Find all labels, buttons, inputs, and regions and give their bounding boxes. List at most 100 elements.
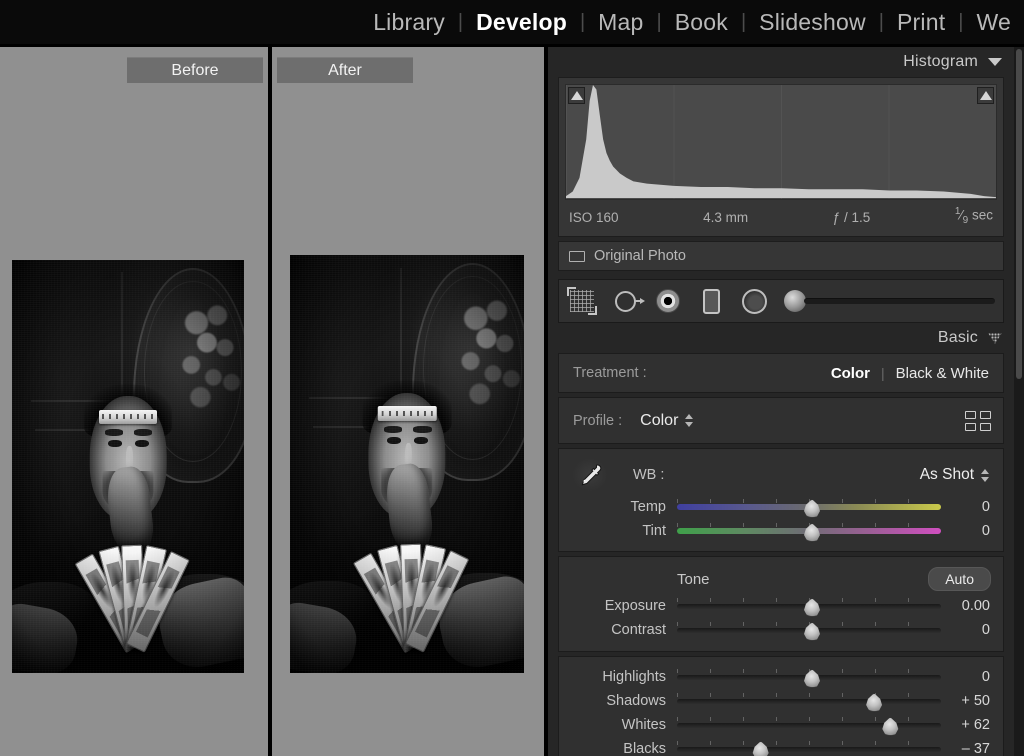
spot-removal-icon: [614, 290, 636, 312]
updown-stepper-icon[interactable]: [981, 468, 989, 482]
shutter-unit: sec: [971, 207, 993, 223]
before-photo[interactable]: [12, 260, 244, 673]
whites-slider[interactable]: [677, 713, 947, 737]
shadows-slider[interactable]: [677, 689, 947, 713]
eyedropper-icon[interactable]: [569, 458, 611, 493]
treatment-separator: |: [880, 365, 885, 382]
auto-tone-button[interactable]: Auto: [928, 567, 991, 592]
tint-slider[interactable]: [677, 519, 947, 543]
scrollbar-thumb[interactable]: [1016, 49, 1022, 379]
module-nav-web[interactable]: We: [964, 0, 1024, 44]
updown-stepper-icon[interactable]: [685, 414, 694, 428]
rectangle-icon: [569, 250, 585, 262]
module-nav-develop[interactable]: Develop: [463, 0, 580, 44]
brush-track[interactable]: [804, 298, 995, 305]
after-photo[interactable]: [290, 255, 524, 673]
masking-tool[interactable]: [696, 286, 726, 316]
histogram-panel: ISO 160 4.3 mm ƒ / 1.5 1⁄9 sec: [558, 77, 1004, 238]
tone-detail-section: Highlights 0 Shadows + 50 Whites + 62 Bl…: [558, 656, 1004, 756]
wb-row: WB : As Shot: [559, 455, 1003, 495]
histogram-header[interactable]: Histogram: [548, 47, 1014, 77]
original-photo-row[interactable]: Original Photo: [558, 241, 1004, 272]
blacks-slider-row: Blacks – 37: [559, 737, 1003, 756]
clipping-triangle-icon: [570, 91, 583, 100]
photo-scene-before: [12, 260, 244, 673]
tone-title: Tone: [677, 570, 710, 588]
tint-value[interactable]: 0: [947, 523, 1003, 539]
shadows-value[interactable]: + 50: [947, 693, 1003, 709]
shadows-slider-row: Shadows + 50: [559, 689, 1003, 713]
treatment-option-color[interactable]: Color: [831, 365, 870, 382]
exposure-value[interactable]: 0.00: [947, 598, 1003, 614]
shutter-numerator: 1: [954, 206, 961, 217]
module-nav-book[interactable]: Book: [662, 0, 741, 44]
brush-size-slider[interactable]: [784, 290, 995, 313]
tone-header: Tone Auto: [559, 564, 1003, 594]
profile-row: Profile : Color: [559, 398, 1003, 443]
before-label: Before: [127, 57, 263, 83]
blacks-value[interactable]: – 37: [947, 741, 1003, 756]
red-eye-tool[interactable]: [653, 286, 683, 316]
blacks-track: [677, 747, 941, 753]
shutter-denominator: 9: [962, 215, 969, 227]
histogram-curve: [566, 85, 996, 199]
module-nav-library[interactable]: Library: [360, 0, 458, 44]
before-pane[interactable]: Before: [0, 47, 268, 756]
right-panel-scroll-area: Histogram ISO 160 4.3 mm ƒ / 1.5 1⁄9 sec…: [548, 47, 1014, 756]
treatment-option-black-and-white[interactable]: Black & White: [896, 365, 989, 382]
exif-iso: ISO 160: [569, 209, 619, 225]
treatment-label: Treatment :: [573, 365, 647, 382]
contrast-value[interactable]: 0: [947, 622, 1003, 638]
temp-slider[interactable]: [677, 495, 947, 519]
photo-scene-after: [290, 255, 524, 673]
module-nav-slideshow[interactable]: Slideshow: [746, 0, 879, 44]
grid-four-icon[interactable]: [965, 410, 991, 431]
radial-filter-tool[interactable]: [739, 286, 769, 316]
after-label: After: [277, 57, 413, 83]
module-nav-print[interactable]: Print: [884, 0, 958, 44]
treatment-section: Treatment : Color | Black & White: [558, 353, 1004, 394]
histogram-chart[interactable]: [565, 84, 997, 200]
tone-section: Tone Auto Exposure 0.00 Contrast 0: [558, 556, 1004, 653]
original-photo-label: Original Photo: [594, 248, 686, 265]
triangle-dotted-icon[interactable]: [988, 332, 1002, 344]
clipping-triangle-icon: [979, 91, 992, 100]
shadows-label: Shadows: [606, 693, 666, 710]
temp-value[interactable]: 0: [947, 499, 1003, 515]
tint-label: Tint: [642, 523, 666, 540]
highlights-value[interactable]: 0: [947, 669, 1003, 685]
crop-icon: [567, 287, 597, 316]
profile-section: Profile : Color: [558, 397, 1004, 445]
blacks-slider[interactable]: [677, 737, 947, 756]
highlight-clipping-button[interactable]: [977, 87, 994, 104]
shadow-clipping-button[interactable]: [568, 87, 585, 104]
exposure-slider[interactable]: [677, 594, 947, 618]
exif-aperture: ƒ / 1.5: [832, 209, 871, 225]
contrast-slider[interactable]: [677, 618, 947, 642]
basic-panel-header[interactable]: Basic: [548, 323, 1014, 354]
module-nav-map[interactable]: Map: [585, 0, 656, 44]
triangle-down-icon[interactable]: [988, 58, 1002, 66]
temp-slider-row: Temp 0: [559, 495, 1003, 519]
after-pane[interactable]: After: [272, 47, 548, 756]
tint-slider-row: Tint 0: [559, 519, 1003, 543]
before-after-view: Before After: [0, 47, 548, 756]
right-panel-scrollbar[interactable]: [1014, 47, 1024, 756]
whites-label: Whites: [621, 717, 666, 734]
module-nav-list: Library | Develop | Map | Book | Slidesh…: [360, 0, 1024, 44]
highlights-slider-row: Highlights 0: [559, 665, 1003, 689]
spot-removal-tool[interactable]: [610, 286, 640, 316]
exposure-slider-row: Exposure 0.00: [559, 594, 1003, 618]
brush-knob[interactable]: [784, 290, 806, 313]
wb-value[interactable]: As Shot: [920, 466, 974, 484]
whites-value[interactable]: + 62: [947, 717, 1003, 733]
exif-row: ISO 160 4.3 mm ƒ / 1.5 1⁄9 sec: [565, 200, 997, 230]
basic-panel-body: Treatment : Color | Black & White Profil…: [558, 353, 1004, 756]
eye-icon: [656, 289, 680, 314]
profile-value[interactable]: Color: [640, 412, 678, 430]
temp-label: Temp: [630, 499, 666, 516]
crop-overlay-tool[interactable]: [567, 286, 597, 316]
treatment-row: Treatment : Color | Black & White: [559, 354, 1003, 392]
highlights-slider[interactable]: [677, 665, 947, 689]
exif-focal-length: 4.3 mm: [703, 209, 749, 225]
